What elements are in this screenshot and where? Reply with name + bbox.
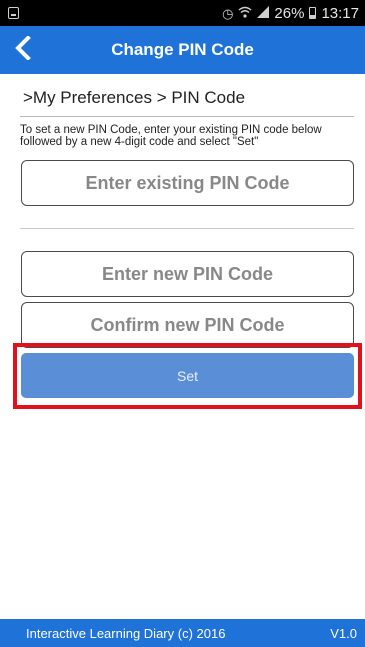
instructions-text: To set a new PIN Code, enter your existi… xyxy=(20,124,322,148)
status-time: 13:17 xyxy=(321,4,359,22)
status-bar: ◷ 26% 13:17 xyxy=(0,0,365,26)
confirm-pin-field[interactable] xyxy=(21,302,354,348)
alarm-icon: ◷ xyxy=(222,5,234,21)
breadcrumb: >My Preferences > PIN Code xyxy=(23,88,246,107)
app-bar: Change PIN Code xyxy=(0,26,365,74)
footer-app-name: Interactive Learning Diary (c) 2016 xyxy=(26,625,226,641)
wifi-icon xyxy=(238,5,252,22)
screenshot-icon xyxy=(8,7,19,19)
status-right: ◷ 26% 13:17 xyxy=(222,5,359,22)
new-pin-field[interactable] xyxy=(21,251,354,297)
section-divider xyxy=(20,228,354,229)
header-divider xyxy=(20,116,354,117)
signal-icon xyxy=(257,5,270,22)
set-button[interactable]: Set xyxy=(21,353,354,398)
page-title: Change PIN Code xyxy=(111,40,254,59)
status-left xyxy=(8,7,19,19)
footer: Interactive Learning Diary (c) 2016 V1.0 xyxy=(0,619,365,647)
footer-version: V1.0 xyxy=(330,625,357,641)
battery-percent: 26% xyxy=(274,4,305,22)
back-button[interactable] xyxy=(6,32,40,68)
chevron-left-icon xyxy=(15,34,31,65)
battery-icon xyxy=(309,7,317,19)
existing-pin-field[interactable] xyxy=(21,160,354,206)
